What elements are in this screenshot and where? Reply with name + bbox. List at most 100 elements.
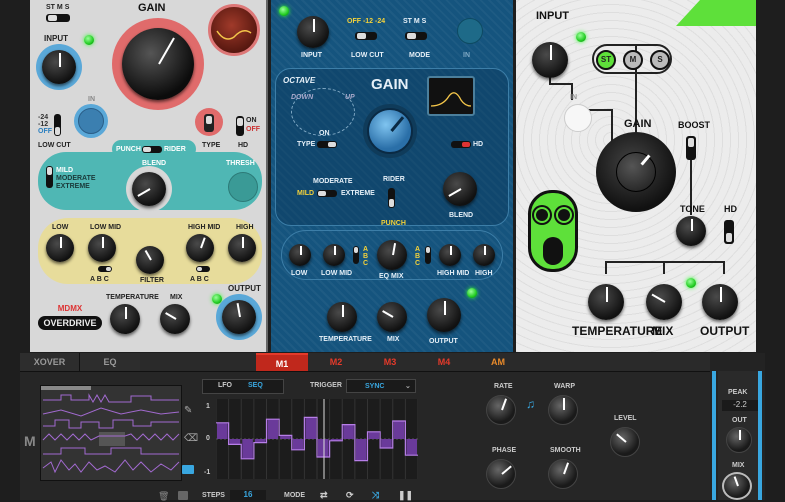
seq-step[interactable] — [267, 419, 279, 439]
punch-rider-switch[interactable] — [388, 188, 395, 208]
seq-step[interactable] — [318, 439, 329, 457]
low-filter-switch[interactable] — [98, 266, 112, 272]
seq-step[interactable] — [292, 439, 304, 450]
blend-knob[interactable] — [132, 172, 166, 206]
steps-input[interactable]: 16 — [230, 490, 266, 500]
power-led[interactable] — [279, 6, 289, 16]
input-knob[interactable] — [532, 42, 568, 78]
tab-m1[interactable]: M1 — [256, 353, 308, 371]
seq-step[interactable] — [217, 422, 228, 439]
mode-switch[interactable] — [405, 32, 427, 40]
in-knob[interactable] — [78, 108, 104, 134]
gain-knob[interactable] — [596, 132, 676, 212]
seq-step[interactable] — [381, 439, 392, 448]
output-knob[interactable] — [222, 300, 256, 334]
seq-step[interactable] — [229, 439, 241, 445]
tab-m2[interactable]: M2 — [310, 353, 362, 371]
seq-step[interactable] — [368, 431, 380, 439]
low-cut-switch[interactable] — [54, 114, 61, 136]
seq-step[interactable] — [242, 439, 253, 459]
lfo-button[interactable]: LFO — [218, 382, 232, 389]
input-led — [84, 35, 94, 45]
smooth-knob[interactable] — [548, 459, 578, 489]
tab-m4[interactable]: M4 — [418, 353, 470, 371]
stereo-st-button[interactable]: ST — [596, 50, 616, 70]
hd-switch[interactable] — [451, 141, 471, 148]
in-knob[interactable] — [457, 18, 483, 44]
high-mid-knob[interactable] — [439, 244, 461, 266]
high-knob[interactable] — [473, 244, 495, 266]
dynamics-mode-switch[interactable] — [317, 190, 337, 197]
type-switch[interactable] — [317, 141, 337, 148]
pencil-icon[interactable]: ✎ — [184, 405, 194, 416]
seq-step[interactable] — [355, 439, 367, 461]
tab-xover[interactable]: XOVER — [20, 353, 80, 371]
temperature-knob[interactable] — [110, 304, 140, 334]
tab-eq[interactable]: EQ — [80, 353, 140, 371]
thresh-knob[interactable] — [228, 172, 258, 202]
hd-switch[interactable] — [724, 220, 734, 244]
output-knob[interactable] — [427, 298, 461, 332]
seq-step[interactable] — [393, 421, 405, 439]
meter-right — [758, 371, 762, 500]
temperature-knob[interactable] — [588, 284, 624, 320]
blend-knob[interactable] — [443, 172, 477, 206]
high-filter-switch[interactable] — [425, 246, 431, 264]
folder-icon[interactable] — [182, 465, 194, 474]
low-mid-knob[interactable] — [323, 244, 345, 266]
mix-knob[interactable] — [646, 284, 682, 320]
mode-switch[interactable] — [46, 166, 53, 188]
tone-knob[interactable] — [676, 216, 706, 246]
eq-mix-knob[interactable] — [377, 240, 407, 270]
low-mid-knob[interactable] — [88, 234, 116, 262]
low-knob[interactable] — [289, 244, 311, 266]
input-knob[interactable] — [297, 16, 329, 48]
high-filter-switch[interactable] — [196, 266, 210, 272]
loop-icon[interactable]: ⟳ — [346, 490, 354, 501]
high-mid-knob[interactable] — [186, 234, 214, 262]
input-knob[interactable] — [42, 50, 76, 84]
gain-knob[interactable] — [122, 28, 194, 100]
shuffle-icon[interactable]: ⇄ — [320, 490, 328, 501]
stereo-m-button[interactable]: M — [623, 50, 643, 70]
random-icon[interactable]: ⤨ — [372, 490, 379, 501]
type-label: TYPE — [297, 141, 316, 148]
type-switch[interactable] — [204, 114, 214, 132]
warp-knob[interactable] — [548, 395, 578, 425]
hd-switch[interactable] — [236, 116, 244, 136]
rate-knob[interactable] — [486, 395, 516, 425]
seq-step[interactable] — [343, 424, 354, 439]
mix-knob[interactable] — [722, 472, 752, 500]
high-knob[interactable] — [228, 234, 256, 262]
out-knob[interactable] — [726, 427, 752, 453]
mix-knob[interactable] — [160, 304, 190, 334]
preset-browser[interactable] — [40, 385, 182, 481]
level-knob[interactable] — [610, 427, 640, 457]
step-sequencer[interactable] — [216, 399, 418, 479]
pause-icon[interactable]: ❚❚ — [398, 490, 413, 501]
stereo-mode-switch[interactable] — [46, 14, 70, 22]
eraser-icon[interactable]: ⌫ — [184, 433, 198, 444]
mix-knob[interactable] — [377, 302, 407, 332]
trigger-select[interactable]: SYNC ⌄ — [346, 379, 416, 393]
in-knob[interactable] — [564, 104, 592, 132]
temperature-knob[interactable] — [327, 302, 357, 332]
stereo-s-button[interactable]: S — [650, 50, 670, 70]
tab-m3[interactable]: M3 — [364, 353, 416, 371]
seq-button[interactable]: SEQ — [248, 382, 263, 389]
output-knob[interactable] — [702, 284, 738, 320]
gain-knob[interactable] — [367, 108, 413, 154]
seq-step[interactable] — [305, 417, 316, 439]
punch-rider-switch[interactable] — [142, 146, 162, 153]
trash-icon[interactable]: 🗑 — [158, 491, 169, 501]
low-knob[interactable] — [46, 234, 74, 262]
music-note-icon[interactable]: ♫ — [526, 397, 535, 411]
phase-knob[interactable] — [486, 459, 516, 489]
low-filter-switch[interactable] — [353, 246, 359, 264]
filter-knob[interactable] — [136, 246, 164, 274]
low-cut-switch[interactable] — [355, 32, 377, 40]
boost-switch[interactable] — [686, 136, 696, 160]
save-icon[interactable] — [178, 491, 188, 500]
seq-step[interactable] — [406, 439, 417, 456]
tab-am[interactable]: AM — [472, 353, 524, 371]
